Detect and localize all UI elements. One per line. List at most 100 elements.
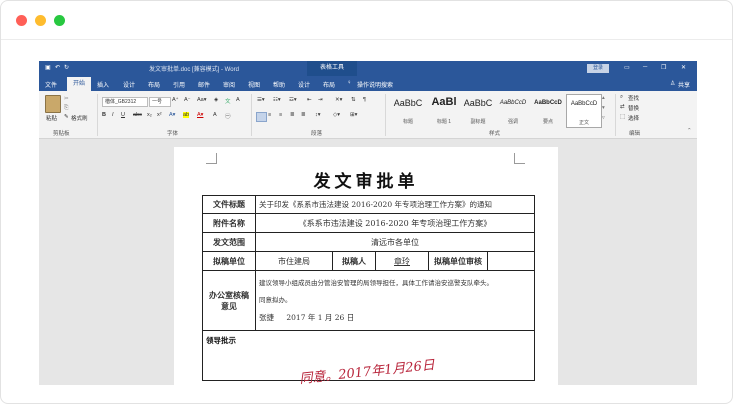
increase-indent-icon[interactable]: ⇥ — [318, 97, 323, 103]
tab-insert[interactable]: 插入 — [97, 80, 109, 89]
drafter-value[interactable]: 章玲 — [375, 251, 429, 271]
phonetic-icon[interactable]: 文 — [225, 97, 231, 105]
style-heading-1[interactable]: AaBl 标题 1 — [427, 94, 461, 126]
login-button[interactable]: 登录 — [587, 64, 609, 73]
tab-file[interactable]: 文件 — [45, 80, 57, 89]
minimize-icon[interactable]: ─ — [643, 64, 647, 70]
superscript-icon[interactable]: x² — [157, 112, 162, 118]
style-strong[interactable]: AaBbCcD 要点 — [531, 94, 565, 126]
align-center-icon[interactable]: ≡ — [268, 112, 271, 118]
copy-icon[interactable]: ⎘ — [64, 105, 68, 112]
tab-layout[interactable]: 布局 — [148, 80, 160, 89]
align-right-icon[interactable]: ≡ — [279, 112, 282, 118]
doc-title-label: 文件标题 — [202, 195, 256, 214]
show-marks-icon[interactable]: ¶ — [363, 97, 366, 103]
char-border-icon[interactable]: A — [236, 97, 240, 103]
underline-icon[interactable]: U — [121, 112, 125, 118]
find-icon[interactable]: ⌕ — [620, 94, 623, 101]
find-button[interactable]: 查找 — [628, 94, 639, 102]
drafter-label: 拟稿人 — [332, 251, 376, 271]
close-dot[interactable] — [16, 15, 27, 26]
font-name-box[interactable]: 楷体_GB2312 — [102, 97, 148, 107]
table-row: 附件名称 《系系市违法建设 2016-2020 年专项治理工作方案》 — [202, 213, 535, 233]
undo-icon[interactable]: ↶ — [55, 64, 60, 71]
format-painter-label[interactable]: 格式刷 — [71, 114, 88, 122]
redo-icon[interactable]: ↻ — [64, 64, 69, 71]
attachment-value[interactable]: 《系系市违法建设 2016-2020 年专项治理工作方案》 — [255, 213, 535, 233]
tab-design[interactable]: 设计 — [123, 80, 135, 89]
distributed-icon[interactable]: ≣ — [301, 112, 306, 118]
style-normal[interactable]: AaBbCcD 正文 — [566, 94, 602, 128]
decrease-indent-icon[interactable]: ⇤ — [307, 97, 312, 103]
select-icon[interactable]: ⬚ — [620, 114, 625, 120]
tab-review[interactable]: 审阅 — [223, 80, 235, 89]
tab-mailings[interactable]: 邮件 — [198, 80, 210, 89]
document-page: 发文审批单 文件标题 关于印发《系系市违法建设 2016-2020 年专项治理工… — [174, 147, 558, 385]
change-case-icon[interactable]: Aa▾ — [197, 97, 207, 103]
tab-table-layout[interactable]: 布局 — [323, 80, 335, 89]
draft-review-value[interactable] — [487, 251, 535, 271]
share-button[interactable]: 共享 — [678, 80, 690, 89]
leader-cell[interactable]: 领导批示 同意。2017年1月26日 — [202, 330, 535, 385]
bullets-icon[interactable]: ☰▾ — [257, 97, 265, 103]
chinese-layout-icon[interactable]: ✕▾ — [335, 97, 342, 103]
borders-icon[interactable]: ⊞▾ — [350, 112, 357, 118]
styles-scroll-down-icon[interactable]: ▾ — [602, 105, 605, 111]
char-shading-icon[interactable]: A — [213, 112, 217, 118]
format-painter-icon[interactable]: ✎ — [64, 114, 69, 120]
font-size-box[interactable]: 一号 — [149, 97, 171, 107]
paste-button[interactable] — [45, 95, 61, 113]
style-emphasis[interactable]: AaBbCcD 强调 — [496, 94, 530, 126]
highlight-icon[interactable]: ab — [183, 112, 190, 118]
enclose-char-icon[interactable]: ㊀ — [225, 112, 231, 120]
style-subtitle[interactable]: AaBbC 副标题 — [461, 94, 495, 126]
table-row: 拟稿单位 市住建局 拟稿人 章玲 拟稿单位审核 — [202, 251, 535, 271]
sort-icon[interactable]: ⇅ — [351, 97, 356, 103]
tab-references[interactable]: 引用 — [173, 80, 185, 89]
office-opinion-line-1: 建议领导小组成员由分管治安管理的局领导担任，具体工作请治安巡警支队牵头。 — [259, 279, 493, 287]
subscript-icon[interactable]: x₂ — [147, 112, 152, 118]
multilevel-list-icon[interactable]: ☲▾ — [289, 97, 297, 103]
numbering-icon[interactable]: ☷▾ — [273, 97, 281, 103]
restore-icon[interactable]: ❐ — [661, 64, 666, 71]
styles-more-icon[interactable]: ▿ — [602, 115, 605, 121]
tab-view[interactable]: 视图 — [248, 80, 260, 89]
justify-icon[interactable]: ≣ — [290, 112, 295, 118]
doc-title-value[interactable]: 关于印发《系系市违法建设 2016-2020 年专项治理工作方案》的通知 — [255, 195, 535, 214]
ribbon-display-icon[interactable]: ▭ — [624, 64, 630, 71]
grow-font-icon[interactable]: A⁺ — [172, 97, 179, 103]
scope-value[interactable]: 清远市各单位 — [255, 232, 535, 252]
text-effects-icon[interactable]: A▾ — [169, 112, 175, 118]
minimize-dot[interactable] — [35, 15, 46, 26]
save-icon[interactable]: ▣ — [45, 64, 51, 71]
replace-icon[interactable]: ⇄ — [620, 104, 625, 110]
office-opinion-cell[interactable]: 建议领导小组成员由分管治安管理的局领导担任，具体工作请治安巡警支队牵头。 同意拟… — [255, 270, 535, 331]
style-title[interactable]: AaBbC 标题 — [391, 94, 425, 126]
group-font: 字体 — [167, 131, 179, 137]
font-color-icon[interactable]: A▾ — [197, 112, 203, 118]
align-left-icon[interactable] — [256, 112, 267, 122]
clear-format-icon[interactable]: ◈ — [214, 97, 218, 103]
draft-unit-value[interactable]: 市住建局 — [255, 251, 333, 271]
share-icon[interactable]: ♙ — [670, 80, 675, 87]
collapse-ribbon-icon[interactable]: ⌃ — [687, 128, 692, 134]
cut-icon[interactable]: ✂ — [64, 96, 69, 102]
maximize-dot[interactable] — [54, 15, 65, 26]
close-icon[interactable]: ✕ — [681, 64, 686, 71]
bold-icon[interactable]: B — [102, 112, 106, 118]
select-button[interactable]: 选择 — [628, 114, 639, 122]
table-row: 办公室核稿意见 建议领导小组成员由分管治安管理的局领导担任，具体工作请治安巡警支… — [202, 270, 535, 331]
tab-help[interactable]: 帮助 — [273, 80, 285, 89]
tab-home[interactable]: 开始 — [67, 77, 92, 91]
shading-icon[interactable]: ◇▾ — [333, 112, 340, 118]
tab-table-design[interactable]: 设计 — [298, 80, 310, 89]
styles-scroll-up-icon[interactable]: ▴ — [602, 95, 605, 101]
strikethrough-icon[interactable]: abc — [133, 112, 142, 118]
italic-icon[interactable]: I — [112, 112, 114, 118]
line-spacing-icon[interactable]: ↕▾ — [315, 112, 321, 118]
shrink-font-icon[interactable]: A⁻ — [184, 97, 191, 103]
office-opinion-line-2: 同意拟办。 — [259, 296, 292, 304]
tell-me-search[interactable]: 操作说明搜索 — [357, 80, 393, 89]
attachment-label: 附件名称 — [202, 213, 256, 233]
replace-button[interactable]: 替换 — [628, 104, 639, 112]
